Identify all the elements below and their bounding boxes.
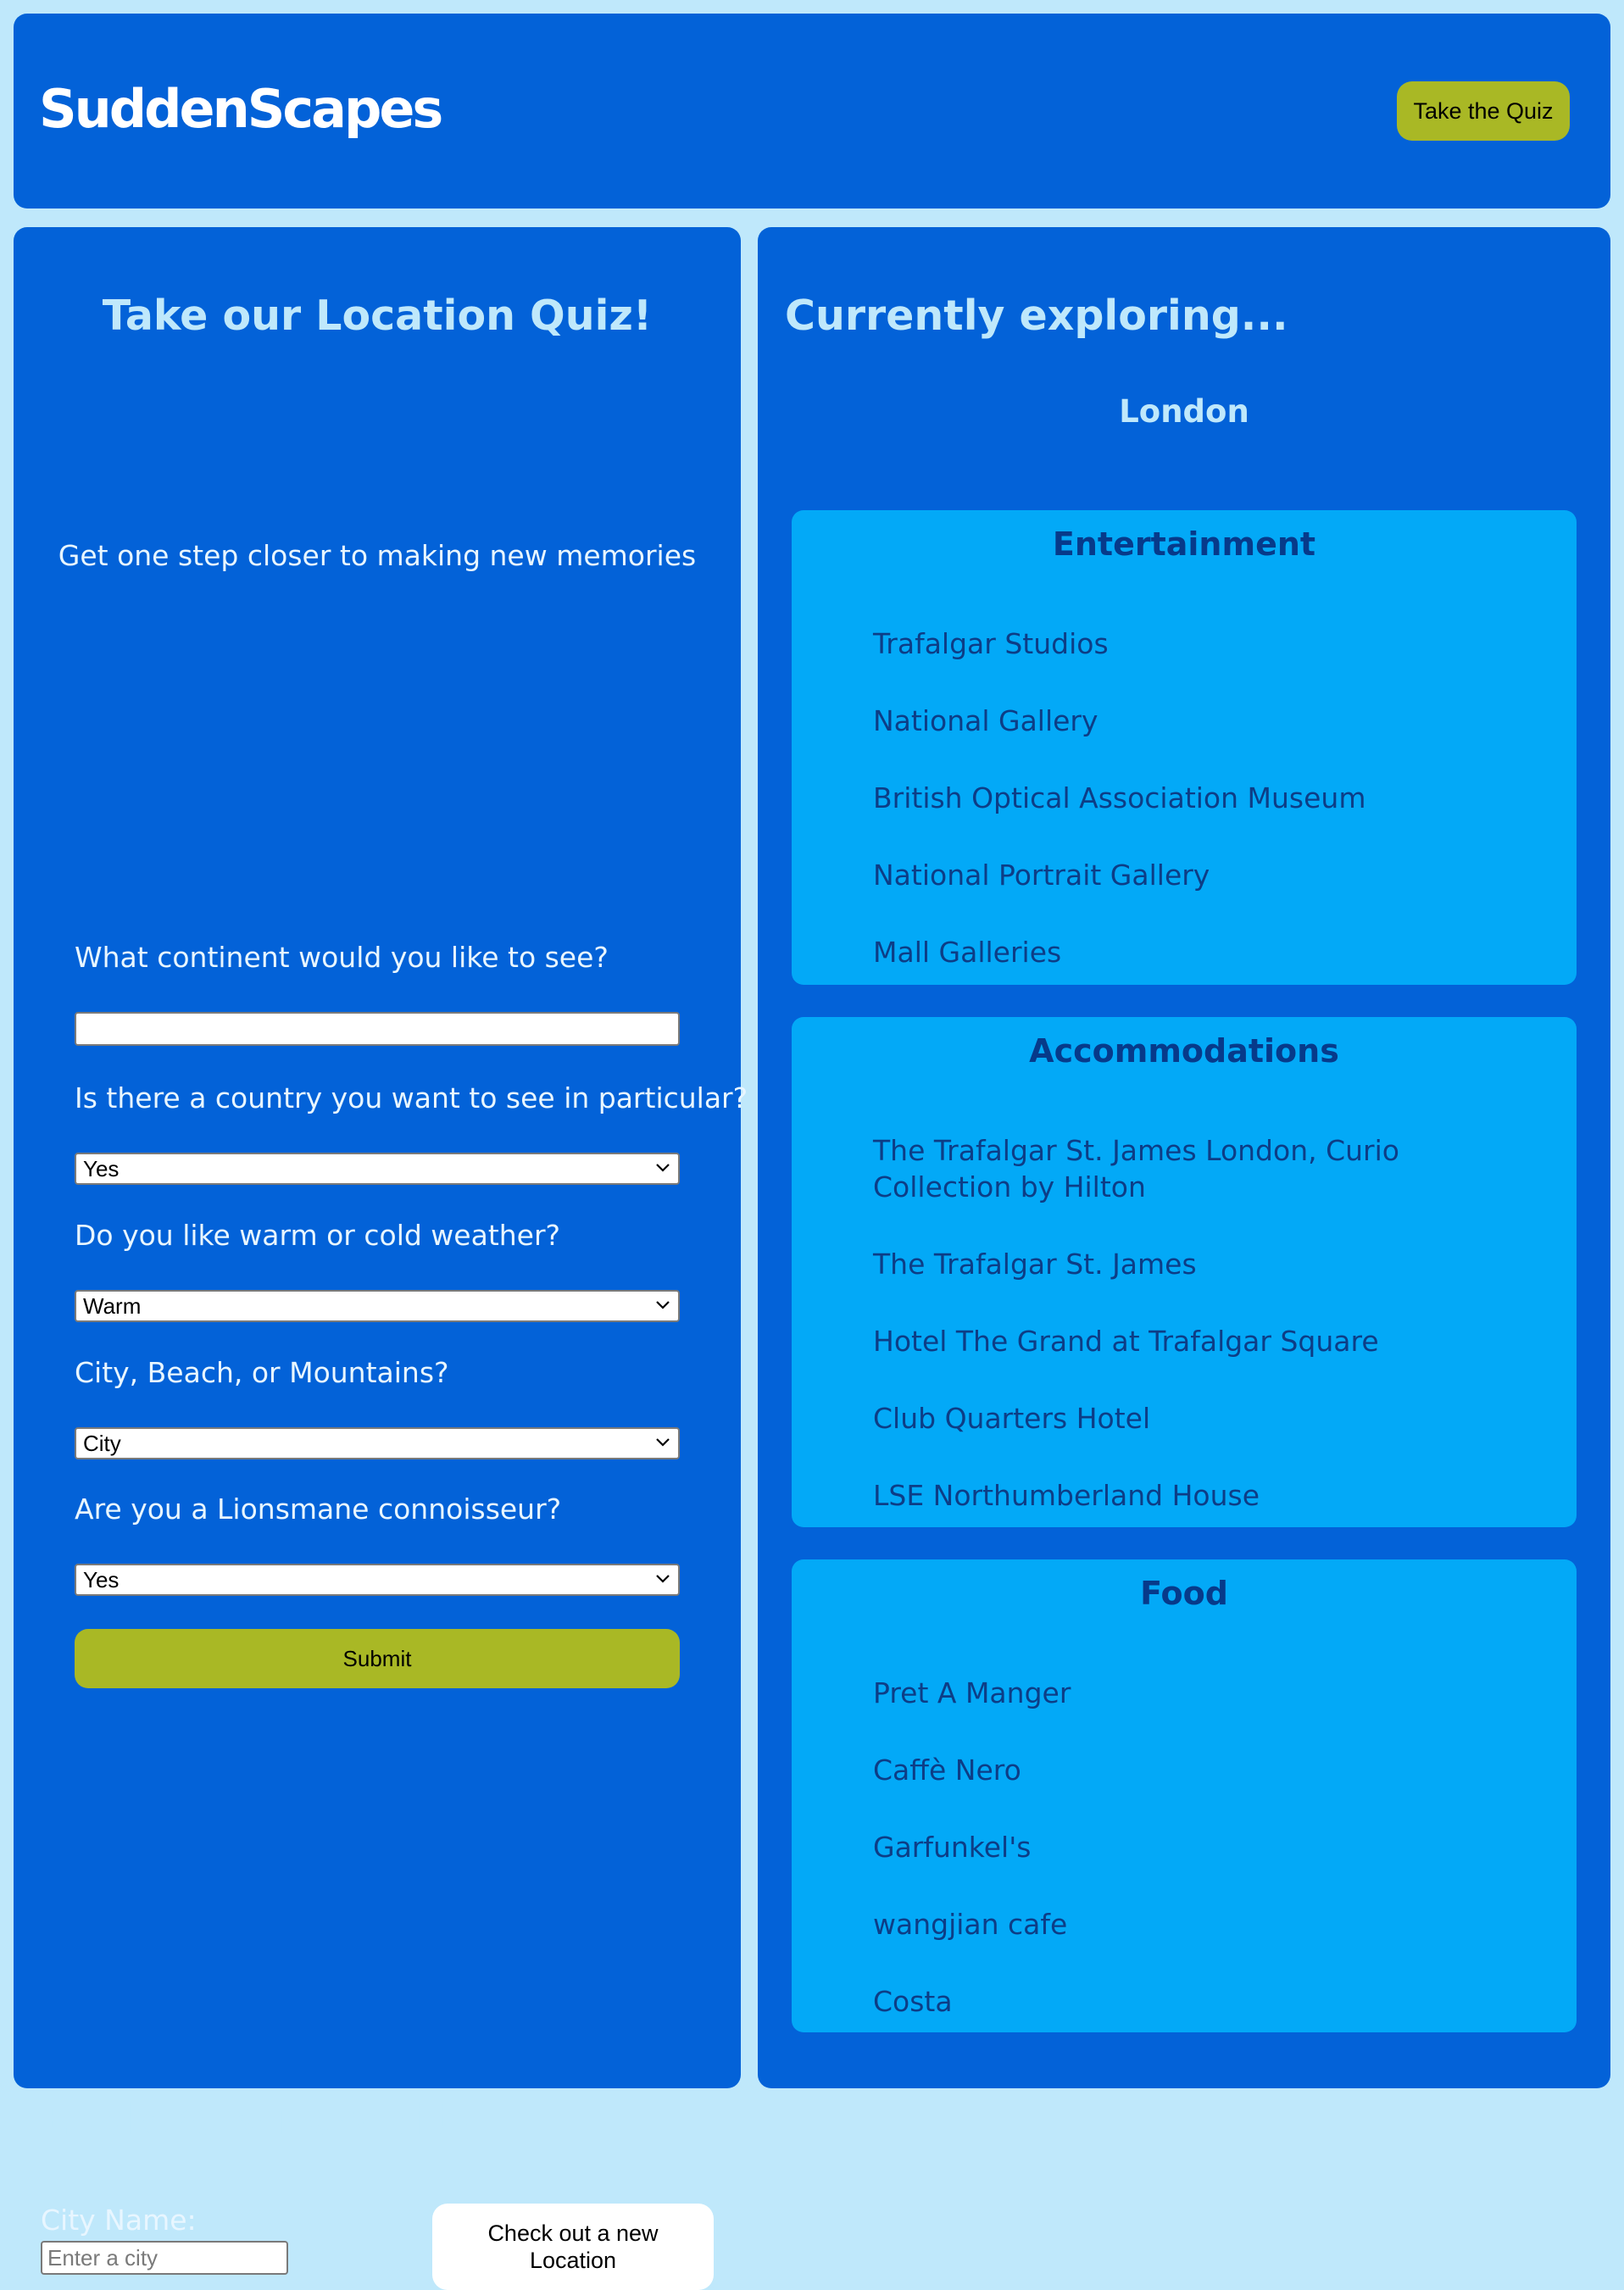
entertainment-list: Trafalgar Studios National Gallery Briti… [873, 625, 1543, 1011]
accommodations-card: Accommodations The Trafalgar St. James L… [792, 1017, 1577, 1527]
lionsmane-question-label: Are you a Lionsmane connoisseur? [75, 1492, 562, 1526]
country-select-value: Yes [83, 1155, 120, 1181]
food-card: Food Pret A Manger Caffè Nero Garfunkel'… [792, 1559, 1577, 2032]
list-item: The Trafalgar St. James London, Curio Co… [873, 1134, 1399, 1203]
country-question-label: Is there a country you want to see in pa… [75, 1081, 748, 1114]
list-item: LSE Northumberland House [873, 1479, 1260, 1512]
chevron-down-icon [656, 1164, 670, 1172]
list-item: Caffè Nero [873, 1754, 1021, 1787]
exploring-panel: Currently exploring... London Entertainm… [758, 227, 1610, 2088]
card-title: Food [1140, 1575, 1228, 1612]
site-header: SuddenScapes Take the Quiz [14, 14, 1610, 208]
weather-select-value: Warm [83, 1292, 142, 1319]
city-name-label: City Name: [41, 2204, 197, 2237]
list-item: Trafalgar Studios [873, 627, 1109, 660]
lionsmane-select[interactable]: Yes [75, 1564, 680, 1596]
weather-question-label: Do you like warm or cold weather? [75, 1219, 561, 1252]
card-title: Entertainment [1052, 525, 1316, 563]
country-select[interactable]: Yes [75, 1153, 680, 1185]
weather-select[interactable]: Warm [75, 1290, 680, 1322]
list-item: Garfunkel's [873, 1831, 1032, 1864]
submit-button[interactable]: Submit [75, 1629, 680, 1688]
chevron-down-icon [656, 1575, 670, 1583]
lionsmane-select-value: Yes [83, 1566, 120, 1592]
current-city-name: London [1119, 393, 1249, 430]
terrain-select[interactable]: City [75, 1427, 680, 1459]
explore-title: Explore a new city [41, 2095, 480, 2144]
new-location-button[interactable]: Check out a new Location [432, 2204, 714, 2290]
exploring-title: Currently exploring... [785, 292, 1288, 340]
list-item: National Gallery [873, 704, 1098, 737]
site-logo[interactable]: SuddenScapes [39, 83, 443, 136]
list-item: Mall Galleries [873, 936, 1062, 969]
quiz-title: Take our Location Quiz! [102, 292, 653, 340]
card-title: Accommodations [1029, 1032, 1339, 1070]
terrain-question-label: City, Beach, or Mountains? [75, 1356, 449, 1389]
quiz-panel: Take our Location Quiz! Get one step clo… [14, 227, 748, 2290]
take-quiz-button[interactable]: Take the Quiz [1397, 81, 1570, 141]
quiz-subtitle: Get one step closer to making new memori… [58, 539, 697, 572]
entertainment-card: Entertainment Trafalgar Studios National… [792, 510, 1577, 985]
food-list: Pret A Manger Caffè Nero Garfunkel's wan… [873, 1675, 1543, 2060]
city-name-input[interactable] [41, 2241, 288, 2275]
list-item: wangjian cafe [873, 1908, 1068, 1941]
list-item: The Trafalgar St. James [873, 1248, 1197, 1281]
continent-question-label: What continent would you like to see? [75, 941, 609, 974]
list-item: Club Quarters Hotel [873, 1402, 1151, 1435]
list-item: Pret A Manger [873, 1676, 1071, 1709]
continent-input[interactable] [75, 1012, 680, 1046]
terrain-select-value: City [83, 1430, 121, 1456]
list-item: Costa [873, 1985, 953, 2018]
chevron-down-icon [656, 1301, 670, 1309]
list-item: British Optical Association Museum [873, 781, 1366, 814]
accommodations-list: The Trafalgar St. James London, Curio Co… [873, 1132, 1543, 1554]
list-item: Hotel The Grand at Trafalgar Square [873, 1325, 1379, 1358]
chevron-down-icon [656, 1438, 670, 1447]
list-item: National Portrait Gallery [873, 859, 1210, 892]
